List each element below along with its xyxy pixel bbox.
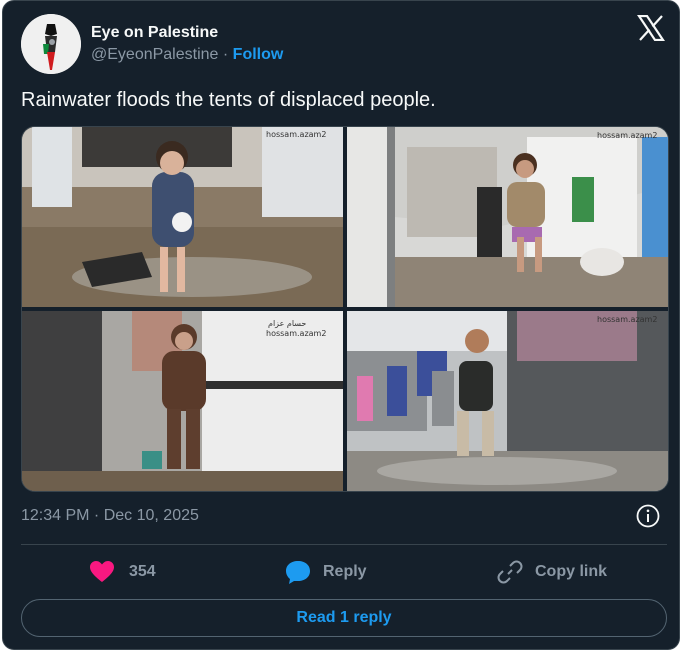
like-count: 354 (129, 563, 156, 580)
handle-separator: · (222, 46, 229, 63)
x-logo-icon[interactable] (636, 14, 666, 42)
watermark: hossam.azam2 (597, 131, 658, 140)
like-button[interactable]: 354 (89, 558, 156, 586)
author-name[interactable]: Eye on Palestine (91, 24, 218, 42)
watermark: hossam.azam2 (266, 130, 327, 139)
reply-button[interactable]: Reply (285, 558, 367, 586)
photo-girl-brown-outfit[interactable]: حسام عزام hossam.azam2 (22, 311, 343, 491)
avatar[interactable] (21, 14, 81, 74)
author-handle-row: @EyeonPalestine · Follow (91, 46, 283, 64)
reply-label: Reply (323, 563, 367, 580)
author-handle[interactable]: @EyeonPalestine (91, 46, 218, 63)
copy-link-button[interactable]: Copy link (497, 558, 607, 586)
info-icon[interactable] (635, 503, 661, 529)
photo-child-flooded-tent[interactable]: hossam.azam2 (22, 127, 343, 307)
media-grid: hossam.azam2 hossam.azam2 حسام عزام hoss… (21, 126, 669, 492)
heart-icon (90, 561, 114, 582)
divider (21, 544, 667, 545)
photo-girl-in-tent[interactable]: hossam.azam2 (347, 127, 668, 307)
watermark: hossam.azam2 (266, 329, 327, 338)
photo-children-in-puddles[interactable]: hossam.azam2 (347, 311, 668, 491)
tweet-text: Rainwater floods the tents of displaced … (21, 89, 436, 111)
watermark: hossam.azam2 (597, 315, 658, 324)
copy-link-label: Copy link (535, 563, 608, 580)
watermark: حسام عزام (268, 319, 307, 328)
reply-bubble-icon (286, 561, 310, 584)
link-icon (497, 560, 523, 584)
follow-button[interactable]: Follow (233, 46, 284, 63)
read-replies-button[interactable]: Read 1 reply (21, 599, 667, 637)
tweet-card: Eye on Palestine @EyeonPalestine · Follo… (2, 0, 680, 650)
tweet-timestamp[interactable]: 12:34 PM · Dec 10, 2025 (21, 507, 199, 525)
